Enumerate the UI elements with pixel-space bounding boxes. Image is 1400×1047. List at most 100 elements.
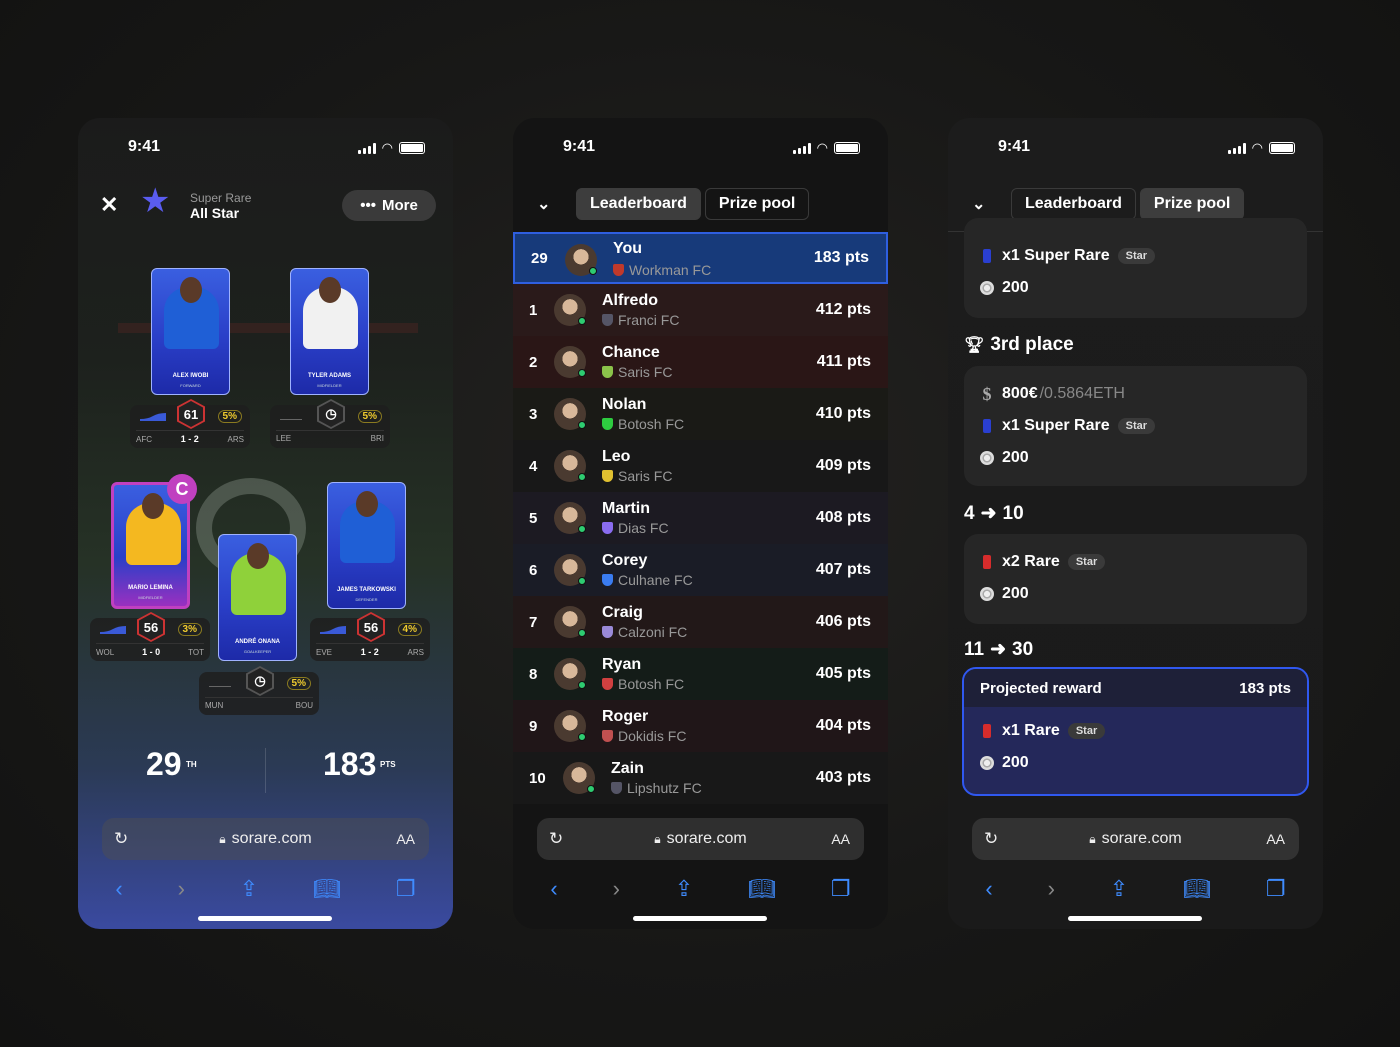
row-rank: 10 <box>529 769 546 787</box>
back-icon[interactable]: ‹ <box>550 876 557 902</box>
player-card[interactable]: ALEX IWOBI FORWARD <box>151 268 230 395</box>
club-name: Botosh FC <box>618 676 685 692</box>
tab-prize-pool[interactable]: Prize pool <box>704 188 810 220</box>
tabs-icon[interactable]: ❐ <box>1266 876 1286 902</box>
row-points: 409 pts <box>815 457 871 474</box>
player-card[interactable]: JAMES TARKOWSKI DEFENDER <box>327 482 406 609</box>
arrow-right-icon: ➜ <box>980 503 997 524</box>
row-rank: 6 <box>529 561 538 579</box>
url-bar[interactable]: ↻ 🔒︎ sorare.com AA <box>972 818 1299 860</box>
coin-icon <box>980 281 994 295</box>
url-bar[interactable]: ↻ 🔒︎ sorare.com AA <box>537 818 864 860</box>
player-stats[interactable]: ◷ 5% MUN BOU <box>199 666 319 715</box>
player-head <box>247 543 269 569</box>
tabs-icon[interactable]: ❐ <box>831 876 851 902</box>
row-rank: 4 <box>529 457 538 475</box>
bookmarks-icon[interactable]: 📖︎ <box>313 876 341 902</box>
club-name: Dias FC <box>618 520 669 536</box>
more-label: More <box>381 197 418 214</box>
row-rank: 5 <box>529 509 538 527</box>
home-indicator <box>633 916 767 921</box>
reload-icon[interactable]: ↻ <box>549 829 563 849</box>
url-bar[interactable]: ↻ 🔒︎ sorare.com AA <box>102 818 429 860</box>
away-team: TOT <box>188 647 204 657</box>
text-size-button[interactable]: AA <box>396 831 415 847</box>
leaderboard-row[interactable]: 3 Nolan Botosh FC 410 pts <box>513 388 888 440</box>
text-size-button[interactable]: AA <box>831 831 850 847</box>
leaderboard-row[interactable]: 5 Martin Dias FC 408 pts <box>513 492 888 544</box>
status-icons: ◠ <box>357 140 425 156</box>
row-points: 407 pts <box>815 561 871 578</box>
reload-icon[interactable]: ↻ <box>114 829 128 849</box>
club-name: Saris FC <box>618 364 673 380</box>
leaderboard-row[interactable]: 6 Corey Culhane FC 407 pts <box>513 544 888 596</box>
club-name: Lipshutz FC <box>627 780 702 796</box>
rank-value: 29 <box>146 746 182 782</box>
club-crest-icon <box>602 678 613 690</box>
more-button[interactable]: ••• More <box>342 190 436 221</box>
player-card[interactable]: TYLER ADAMS MIDFIELDER <box>290 268 369 395</box>
projected-pts: 183 pts <box>1239 679 1291 697</box>
reload-icon[interactable]: ↻ <box>984 829 998 849</box>
leaderboard-row[interactable]: 2 Chance Saris FC 411 pts <box>513 336 888 388</box>
leaderboard-row[interactable]: 9 Roger Dokidis FC 404 pts <box>513 700 888 752</box>
share-icon[interactable]: ⇪ <box>240 876 258 902</box>
no-trend <box>280 419 302 420</box>
signal-icon <box>792 142 811 154</box>
player-stats[interactable]: ◷ 5% LEE BRI <box>270 399 390 448</box>
text-size-button[interactable]: AA <box>1266 831 1285 847</box>
range-to: 30 <box>1012 638 1034 660</box>
club-info: Culhane FC <box>602 572 693 588</box>
prize-card-3rd: $800€/0.5864ETH x1 Super Rare Star 200 <box>964 366 1307 486</box>
trend-chart-icon <box>140 413 166 421</box>
club-name: Culhane FC <box>618 572 693 588</box>
tab-leaderboard[interactable]: Leaderboard <box>1011 188 1136 220</box>
player-stats[interactable]: 56 4% EVE 1 - 2 ARS <box>310 612 430 661</box>
browser-nav: ‹ › ⇪ 📖︎ ❐ <box>513 876 888 902</box>
range-from: 4 <box>964 502 975 524</box>
leaderboard-row[interactable]: 1 Alfredo Franci FC 412 pts <box>513 284 888 336</box>
back-icon[interactable]: ‹ <box>985 876 992 902</box>
bookmarks-icon[interactable]: 📖︎ <box>748 876 776 902</box>
coins-value: 200 <box>1002 449 1029 466</box>
chevron-down-icon[interactable]: ⌄ <box>972 194 985 214</box>
club-crest-icon <box>602 522 613 534</box>
leaderboard-row[interactable]: 8 Ryan Botosh FC 405 pts <box>513 648 888 700</box>
manager-name: Ryan <box>602 656 642 673</box>
player-head <box>180 277 202 303</box>
forward-icon[interactable]: › <box>178 876 185 902</box>
tab-leaderboard[interactable]: Leaderboard <box>576 188 701 220</box>
club-name: Botosh FC <box>618 416 685 432</box>
share-icon[interactable]: ⇪ <box>1110 876 1128 902</box>
section-title: 3rd place <box>990 334 1074 355</box>
away-team: ARS <box>407 647 424 657</box>
player-stats[interactable]: 61 5% AFC 1 - 2 ARS <box>130 399 250 448</box>
leaderboard-row[interactable]: 4 Leo Saris FC 409 pts <box>513 440 888 492</box>
leaderboard-row-me[interactable]: 29 You Workman FC 183 pts <box>513 232 888 284</box>
player-stats[interactable]: 56 3% WOL 1 - 0 TOT <box>90 612 210 661</box>
player-name: TYLER ADAMS <box>307 373 352 379</box>
club-crest-icon <box>602 418 613 430</box>
close-icon[interactable]: ✕ <box>100 192 118 218</box>
eth-value: /0.5864ETH <box>1039 385 1125 402</box>
back-icon[interactable]: ‹ <box>115 876 122 902</box>
row-points: 183 pts <box>813 249 869 266</box>
chevron-down-icon[interactable]: ⌄ <box>537 194 550 214</box>
prize-card-2nd: x1 Super Rare Star 200 <box>964 218 1307 318</box>
club-name: Workman FC <box>629 262 712 278</box>
forward-icon[interactable]: › <box>1048 876 1055 902</box>
club-crest-icon <box>602 574 613 586</box>
tabs-icon[interactable]: ❐ <box>396 876 416 902</box>
club-crest-icon <box>611 782 622 794</box>
tab-prize-pool[interactable]: Prize pool <box>1139 188 1245 220</box>
home-team: MUN <box>205 701 224 710</box>
wifi-icon: ◠ <box>1251 140 1263 155</box>
score-badge: 61 <box>177 399 205 429</box>
bookmarks-icon[interactable]: 📖︎ <box>1183 876 1211 902</box>
share-icon[interactable]: ⇪ <box>675 876 693 902</box>
leaderboard-row[interactable]: 7 Craig Calzoni FC 406 pts <box>513 596 888 648</box>
player-card[interactable]: ANDRÉ ONANA GOALKEEPER <box>218 534 297 661</box>
points-value: 183 <box>323 746 377 782</box>
leaderboard-row[interactable]: 10 Zain Lipshutz FC 403 pts <box>513 752 888 804</box>
forward-icon[interactable]: › <box>613 876 620 902</box>
